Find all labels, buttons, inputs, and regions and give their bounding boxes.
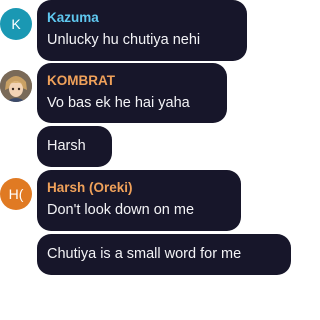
sender-name[interactable]: Kazuma <box>47 10 99 26</box>
avatar-kazuma[interactable]: K <box>0 8 32 40</box>
avatar-initial: H( <box>8 186 24 202</box>
message-bubble-continuation: Chutiya is a small word for me <box>37 234 291 275</box>
message-bubble-kombrat: KOMBRAT Vo bas ek he hai yaha <box>37 63 227 123</box>
anime-character-avatar-icon <box>0 70 32 102</box>
message-text: Chutiya is a small word for me <box>47 246 242 262</box>
message-text: Vo bas ek he hai yaha <box>47 95 190 111</box>
message-bubble-kazuma: Kazuma Unlucky hu chutiya nehi <box>37 0 247 61</box>
message-text: Unlucky hu chutiya nehi <box>47 32 201 48</box>
message-text: Don't look down on me <box>47 202 195 218</box>
sender-name[interactable]: KOMBRAT <box>47 73 115 89</box>
avatar-kombrat[interactable] <box>0 70 32 102</box>
sender-name[interactable]: Harsh (Oreki) <box>47 180 133 196</box>
avatar-initial: K <box>11 16 21 32</box>
avatar-harsh[interactable]: H( <box>0 178 32 210</box>
message-text: Harsh <box>47 138 86 154</box>
message-bubble-continuation: Harsh <box>37 126 112 167</box>
message-bubble-harsh: Harsh (Oreki) Don't look down on me <box>37 170 241 231</box>
